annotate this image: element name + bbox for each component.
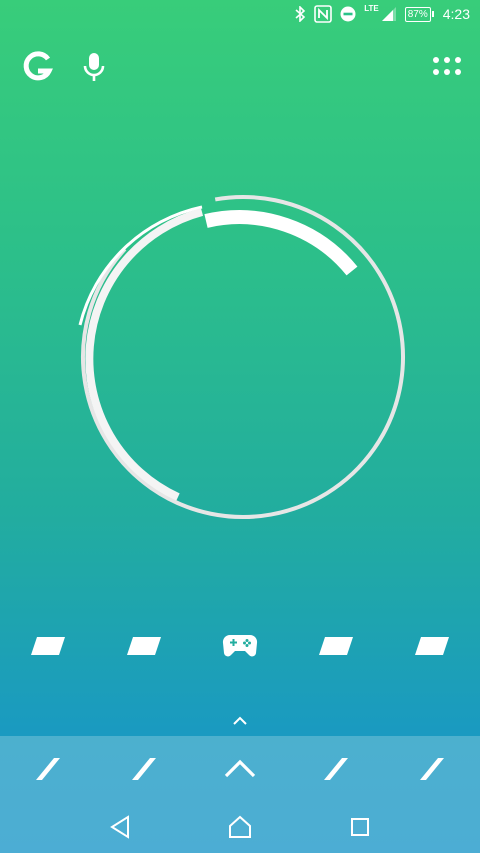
dock-app-1[interactable]: [24, 751, 72, 787]
back-button[interactable]: [96, 803, 144, 851]
battery-icon: 87%: [404, 6, 434, 22]
voice-search-button[interactable]: [80, 50, 108, 84]
cell-signal-icon: [381, 5, 397, 23]
slash-placeholder-icon: [127, 637, 161, 655]
google-search-button[interactable]: [22, 50, 54, 84]
slash-placeholder-icon: [31, 637, 65, 655]
slash-placeholder-icon: [132, 757, 156, 780]
back-icon: [110, 815, 129, 839]
nfc-icon: [314, 5, 333, 23]
app-drawer-grid-button[interactable]: [432, 54, 462, 80]
navigation-bar: [0, 801, 480, 853]
bluetooth-icon: [294, 5, 306, 23]
recents-icon: [351, 818, 369, 836]
app-shortcut-games[interactable]: [216, 628, 264, 664]
app-grid-icon: [433, 57, 461, 75]
home-app-row: [0, 628, 480, 664]
dock-app-4[interactable]: [312, 751, 360, 787]
app-drawer-handle[interactable]: [228, 712, 252, 730]
home-icon: [229, 815, 251, 838]
clock-outer-ring: [81, 195, 405, 519]
app-shortcut-5[interactable]: [408, 628, 456, 664]
game-controller-icon: [222, 634, 258, 657]
home-button[interactable]: [216, 803, 264, 851]
app-shortcut-2[interactable]: [120, 628, 168, 664]
status-bar: LTE 87% 4:23: [0, 0, 480, 28]
slash-placeholder-icon: [415, 637, 449, 655]
google-g-icon: [23, 51, 53, 81]
app-shortcut-4[interactable]: [312, 628, 360, 664]
do-not-disturb-icon: [340, 5, 356, 23]
clock-widget[interactable]: [70, 185, 415, 530]
slash-placeholder-icon: [36, 757, 60, 780]
search-row: [0, 48, 480, 88]
slash-placeholder-icon: [319, 637, 353, 655]
microphone-icon: [83, 53, 105, 81]
dock-app-2[interactable]: [120, 751, 168, 787]
slash-placeholder-icon: [324, 757, 348, 780]
app-shortcut-1[interactable]: [24, 628, 72, 664]
network-type-label: LTE: [364, 3, 379, 13]
clock-second-arc: [204, 210, 358, 276]
dock-app-5[interactable]: [408, 751, 456, 787]
dock: [0, 736, 480, 801]
recents-button[interactable]: [336, 803, 384, 851]
slash-placeholder-icon: [420, 757, 444, 780]
clock-minute-arc: [85, 208, 204, 501]
chevron-up-icon: [224, 759, 256, 777]
status-time: 4:23: [442, 6, 470, 22]
dock-app-drawer-button[interactable]: [216, 751, 264, 787]
chevron-up-icon: [233, 716, 247, 725]
battery-percent: 87%: [407, 8, 428, 20]
